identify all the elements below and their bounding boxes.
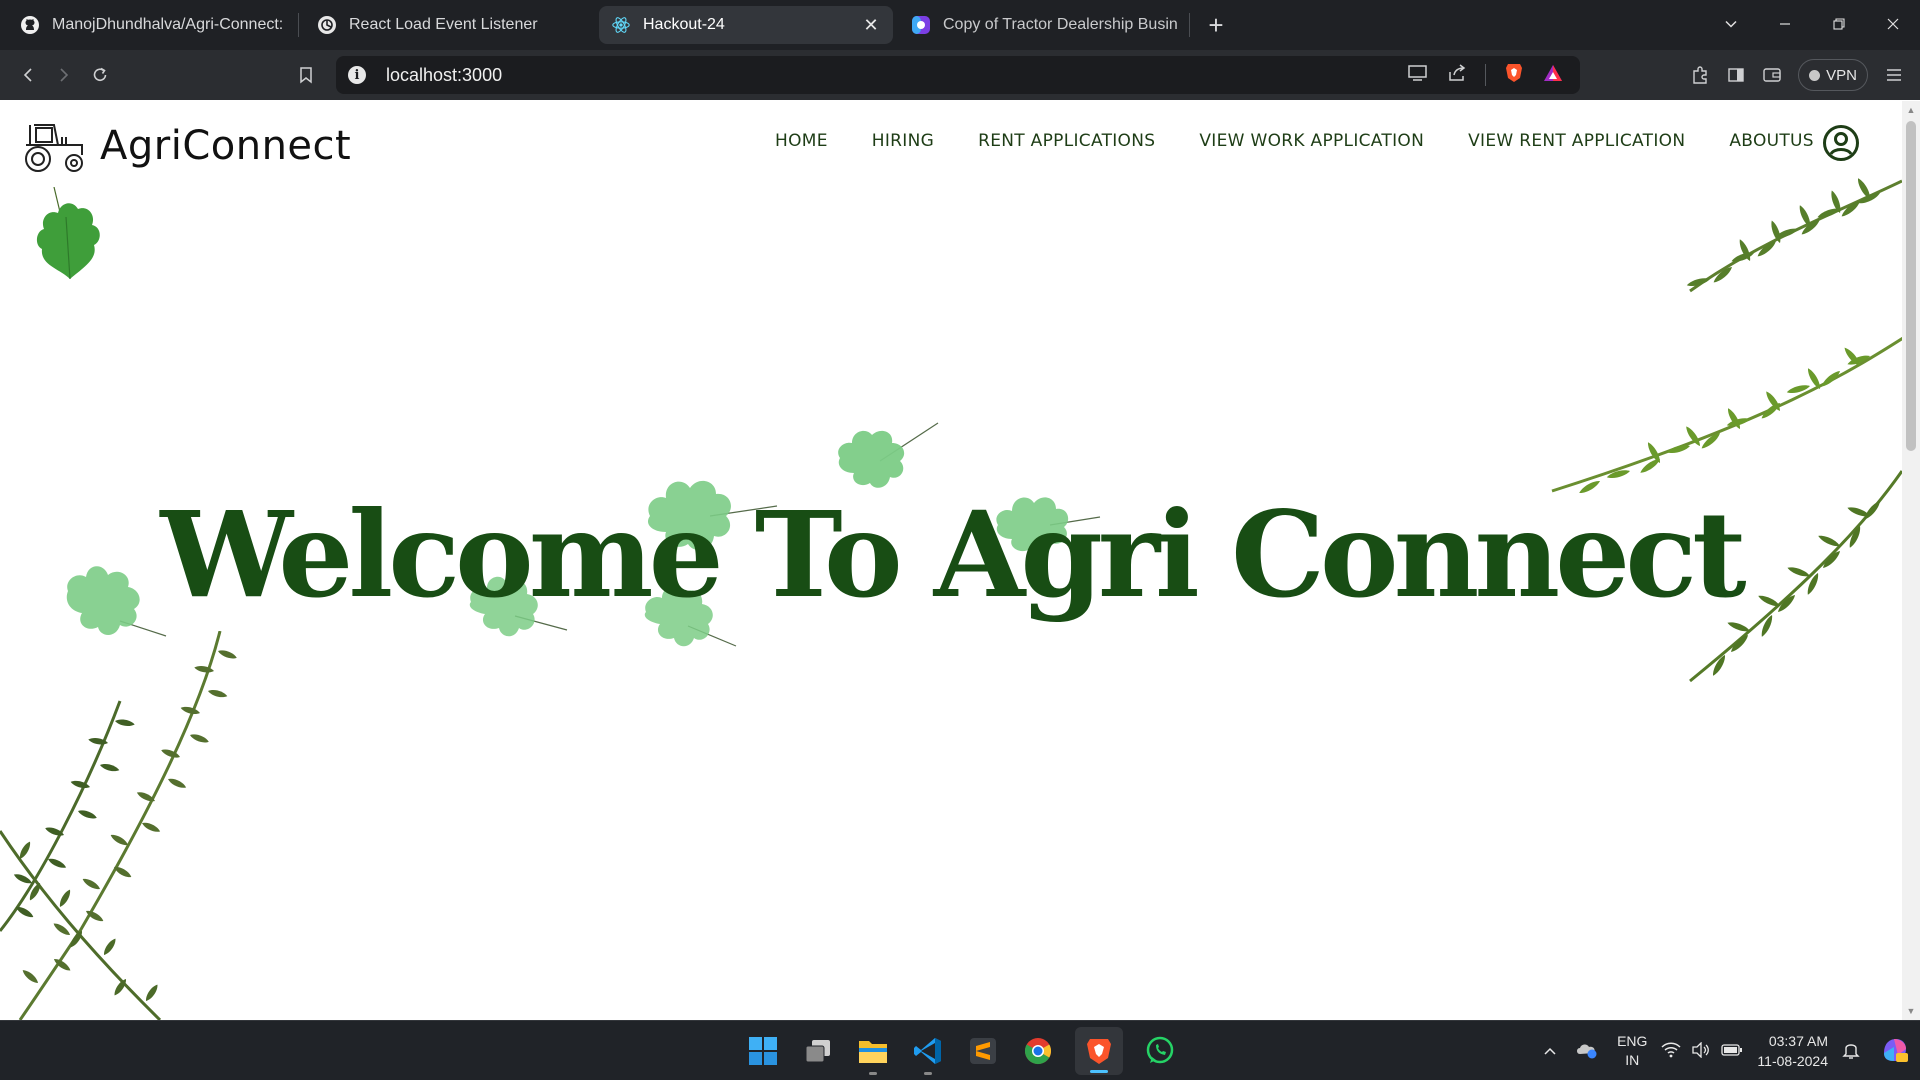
- nav-hiring[interactable]: HIRING: [872, 131, 934, 151]
- canva-icon: [911, 15, 931, 35]
- active-indicator: [1090, 1070, 1108, 1073]
- site-header: AgriConnect HOME HIRING RENT APPLICATION…: [0, 101, 1902, 187]
- back-icon[interactable]: [10, 57, 46, 93]
- tab-title: Hackout-24: [643, 16, 725, 33]
- nav-rent-applications[interactable]: RENT APPLICATIONS: [978, 131, 1155, 151]
- task-view-icon[interactable]: [800, 1033, 836, 1069]
- show-hidden-icons-chevron-icon[interactable]: [1543, 1043, 1557, 1059]
- nav-home[interactable]: HOME: [775, 131, 828, 151]
- tractor-logo-icon: [25, 124, 83, 172]
- react-icon: [611, 15, 631, 35]
- minimize-icon[interactable]: [1758, 15, 1812, 36]
- tab-title: React Load Event Listener: [349, 16, 538, 33]
- address-bar[interactable]: i localhost:3000: [336, 56, 1580, 94]
- address-bar-actions: [1407, 56, 1564, 94]
- scroll-down-arrow-icon[interactable]: ▼: [1906, 1006, 1916, 1016]
- wifi-icon[interactable]: [1661, 1042, 1681, 1061]
- vpn-status-dot: [1809, 69, 1821, 81]
- fern-decoration-left: [0, 631, 238, 1020]
- new-tab-button[interactable]: +: [1198, 7, 1234, 43]
- language-code: ENG: [1617, 1033, 1648, 1049]
- windows-taskbar: ENG IN 03:37 AM 11-08-2024: [0, 1020, 1920, 1080]
- windows-start-icon[interactable]: [745, 1033, 781, 1069]
- vpn-button[interactable]: VPN: [1798, 59, 1868, 91]
- language-indicator[interactable]: ENG IN: [1617, 1032, 1647, 1070]
- tab-canva[interactable]: Copy of Tractor Dealership Business: [899, 6, 1189, 44]
- notifications-icon[interactable]: [1842, 1040, 1860, 1063]
- page-scrollbar[interactable]: ▲ ▼: [1902, 101, 1920, 1020]
- hero-title: Welcome To Agri Connect: [160, 485, 1746, 624]
- page-viewport: AgriConnect HOME HIRING RENT APPLICATION…: [0, 101, 1920, 1020]
- tab-title: Copy of Tractor Dealership Business: [943, 16, 1177, 33]
- toolbar-right: VPN: [1682, 50, 1920, 100]
- user-profile-button[interactable]: [1822, 124, 1860, 167]
- falling-leaf-decoration: [36, 187, 100, 280]
- window-controls: [1704, 0, 1920, 50]
- running-indicator: [869, 1072, 877, 1075]
- site-info-icon[interactable]: i: [348, 66, 366, 84]
- running-indicator: [924, 1072, 932, 1075]
- tab-react-load[interactable]: React Load Event Listener: [305, 6, 593, 44]
- clock-time: 03:37 AM: [1768, 1033, 1828, 1049]
- vpn-label: VPN: [1826, 66, 1857, 84]
- forward-icon[interactable]: [46, 57, 82, 93]
- nav-about-us[interactable]: ABOUTUS: [1729, 131, 1814, 151]
- file-explorer-icon[interactable]: [855, 1033, 891, 1075]
- share-icon[interactable]: [1447, 63, 1467, 87]
- menu-icon[interactable]: [1876, 57, 1912, 93]
- nav-view-work-application[interactable]: VIEW WORK APPLICATION: [1199, 131, 1424, 151]
- cast-icon[interactable]: [1407, 64, 1429, 87]
- brave-rewards-icon[interactable]: [1542, 63, 1564, 88]
- brave-shields-icon[interactable]: [1504, 62, 1524, 89]
- tab-divider: [1189, 13, 1190, 37]
- browser-toolbar: i localhost:3000 VPN: [0, 50, 1920, 100]
- sublime-text-icon[interactable]: [965, 1033, 1001, 1069]
- restore-icon[interactable]: [1812, 15, 1866, 36]
- tab-github[interactable]: ManojDhundhalva/Agri-Connect: Ha: [8, 6, 298, 44]
- tab-search-chevron-icon[interactable]: [1704, 15, 1758, 36]
- main-nav: HOME HIRING RENT APPLICATIONS VIEW WORK …: [775, 131, 1814, 151]
- volume-icon[interactable]: [1691, 1040, 1711, 1061]
- openai-icon: [317, 15, 337, 35]
- scrollbar-thumb[interactable]: [1906, 121, 1916, 451]
- user-account-icon: [1823, 125, 1859, 161]
- tab-divider: [298, 13, 299, 37]
- tab-title: ManojDhundhalva/Agri-Connect: Ha: [52, 16, 286, 33]
- github-icon: [20, 15, 40, 35]
- clock-date: 11-08-2024: [1757, 1053, 1828, 1069]
- extensions-icon[interactable]: [1682, 57, 1718, 93]
- close-window-icon[interactable]: [1866, 15, 1920, 36]
- divider: [1485, 64, 1486, 86]
- reload-icon[interactable]: [82, 57, 118, 93]
- sidebar-icon[interactable]: [1718, 57, 1754, 93]
- whatsapp-icon[interactable]: [1142, 1033, 1178, 1069]
- fern-decoration-right: [1551, 176, 1902, 683]
- scroll-up-arrow-icon[interactable]: ▲: [1906, 105, 1916, 115]
- wallet-icon[interactable]: [1754, 57, 1790, 93]
- battery-icon[interactable]: [1721, 1043, 1743, 1060]
- chrome-icon[interactable]: [1020, 1033, 1056, 1069]
- tab-hackout-24[interactable]: Hackout-24 ✕: [599, 6, 893, 44]
- brand-name: AgriConnect: [100, 123, 352, 169]
- taskbar-apps: [745, 1021, 1178, 1081]
- clock[interactable]: 03:37 AM 11-08-2024: [1757, 1031, 1828, 1071]
- browser-tab-strip: ManojDhundhalva/Agri-Connect: Ha React L…: [0, 0, 1920, 50]
- brand-logo-link[interactable]: AgriConnect: [22, 119, 351, 173]
- bookmark-icon[interactable]: [288, 57, 324, 93]
- url-text[interactable]: localhost:3000: [386, 65, 502, 86]
- brave-icon[interactable]: [1075, 1027, 1123, 1075]
- vscode-icon[interactable]: [910, 1033, 946, 1075]
- region-code: IN: [1625, 1052, 1640, 1068]
- system-tray: ENG IN 03:37 AM 11-08-2024: [1543, 1021, 1910, 1081]
- copilot-icon[interactable]: [1880, 1035, 1910, 1068]
- onedrive-icon[interactable]: [1575, 1040, 1599, 1063]
- close-tab-icon[interactable]: ✕: [861, 15, 881, 36]
- nav-view-rent-application[interactable]: VIEW RENT APPLICATION: [1468, 131, 1685, 151]
